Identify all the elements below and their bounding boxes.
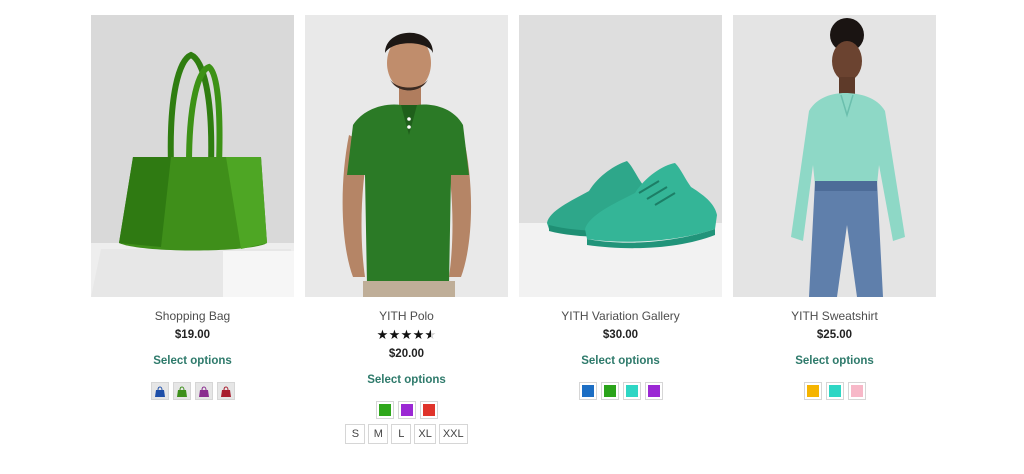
product-card: YITH Variation Gallery $30.00 Select opt… xyxy=(519,15,722,400)
swatch-thumbnail-purple[interactable] xyxy=(194,382,213,400)
size-xl[interactable]: XL xyxy=(414,424,436,444)
swatch-turquoise[interactable] xyxy=(825,382,844,400)
sweatshirt-model-image xyxy=(733,15,936,297)
swatch-purple[interactable] xyxy=(397,401,416,419)
swatch-blue[interactable] xyxy=(578,382,597,400)
product-title[interactable]: YITH Polo xyxy=(305,309,508,324)
size-l[interactable]: L xyxy=(391,424,412,444)
product-card: Shopping Bag $19.00 Select options xyxy=(91,15,294,400)
star-icon: ★ ★ xyxy=(376,327,389,342)
sneakers-image xyxy=(519,15,722,297)
bag-thumbnail-icon xyxy=(173,383,190,399)
star-icon: ★ ★ xyxy=(388,327,401,342)
product-price: $19.00 xyxy=(174,329,211,341)
variation-swatches xyxy=(519,382,722,400)
variation-swatches xyxy=(733,382,936,400)
product-image[interactable] xyxy=(91,15,294,297)
swatch-thumbnail-green[interactable] xyxy=(172,382,191,400)
bag-thumbnail-icon xyxy=(151,383,168,399)
star-rating: ★ ★ ★ ★ ★ ★ ★ ★ ★ ★ xyxy=(305,327,508,343)
size-options: S M L XL XXL xyxy=(305,424,508,444)
swatch-pink[interactable] xyxy=(847,382,866,400)
product-image[interactable] xyxy=(519,15,722,297)
product-price: $25.00 xyxy=(816,329,853,341)
size-s[interactable]: S xyxy=(345,424,366,444)
product-price: $20.00 xyxy=(388,348,425,360)
swatch-purple[interactable] xyxy=(644,382,663,400)
product-title[interactable]: YITH Variation Gallery xyxy=(519,309,722,324)
select-options-link[interactable]: Select options xyxy=(305,374,508,389)
swatch-green[interactable] xyxy=(600,382,619,400)
select-options-link[interactable]: Select options xyxy=(91,355,294,370)
product-grid: Shopping Bag $19.00 Select options YITH … xyxy=(0,0,1024,474)
swatch-thumbnail-red[interactable] xyxy=(216,382,235,400)
swatch-green[interactable] xyxy=(375,401,394,419)
product-price: $30.00 xyxy=(602,329,639,341)
star-icon: ★ ★ xyxy=(400,327,413,342)
swatch-yellow[interactable] xyxy=(803,382,822,400)
product-title[interactable]: Shopping Bag xyxy=(91,309,294,324)
variation-swatches xyxy=(305,401,508,419)
size-m[interactable]: M xyxy=(368,424,389,444)
bag-thumbnail-icon xyxy=(217,383,234,399)
star-icon: ★ ★ xyxy=(424,327,437,342)
size-xxl[interactable]: XXL xyxy=(438,424,468,444)
product-card: YITH Polo ★ ★ ★ ★ ★ ★ ★ ★ ★ ★ $20.00 Select o… xyxy=(305,15,508,444)
select-options-link[interactable]: Select options xyxy=(733,355,936,370)
bag-thumbnail-icon xyxy=(195,383,212,399)
product-image[interactable] xyxy=(305,15,508,297)
select-options-link[interactable]: Select options xyxy=(519,355,722,370)
product-title[interactable]: YITH Sweatshirt xyxy=(733,309,936,324)
product-image[interactable] xyxy=(733,15,936,297)
star-icon: ★ ★ xyxy=(412,327,425,342)
polo-model-image xyxy=(305,15,508,297)
tote-bag-image xyxy=(91,15,294,297)
variation-swatches xyxy=(91,382,294,400)
product-card: YITH Sweatshirt $25.00 Select options xyxy=(733,15,936,400)
swatch-red[interactable] xyxy=(419,401,438,419)
swatch-thumbnail-blue[interactable] xyxy=(150,382,169,400)
swatch-turquoise[interactable] xyxy=(622,382,641,400)
